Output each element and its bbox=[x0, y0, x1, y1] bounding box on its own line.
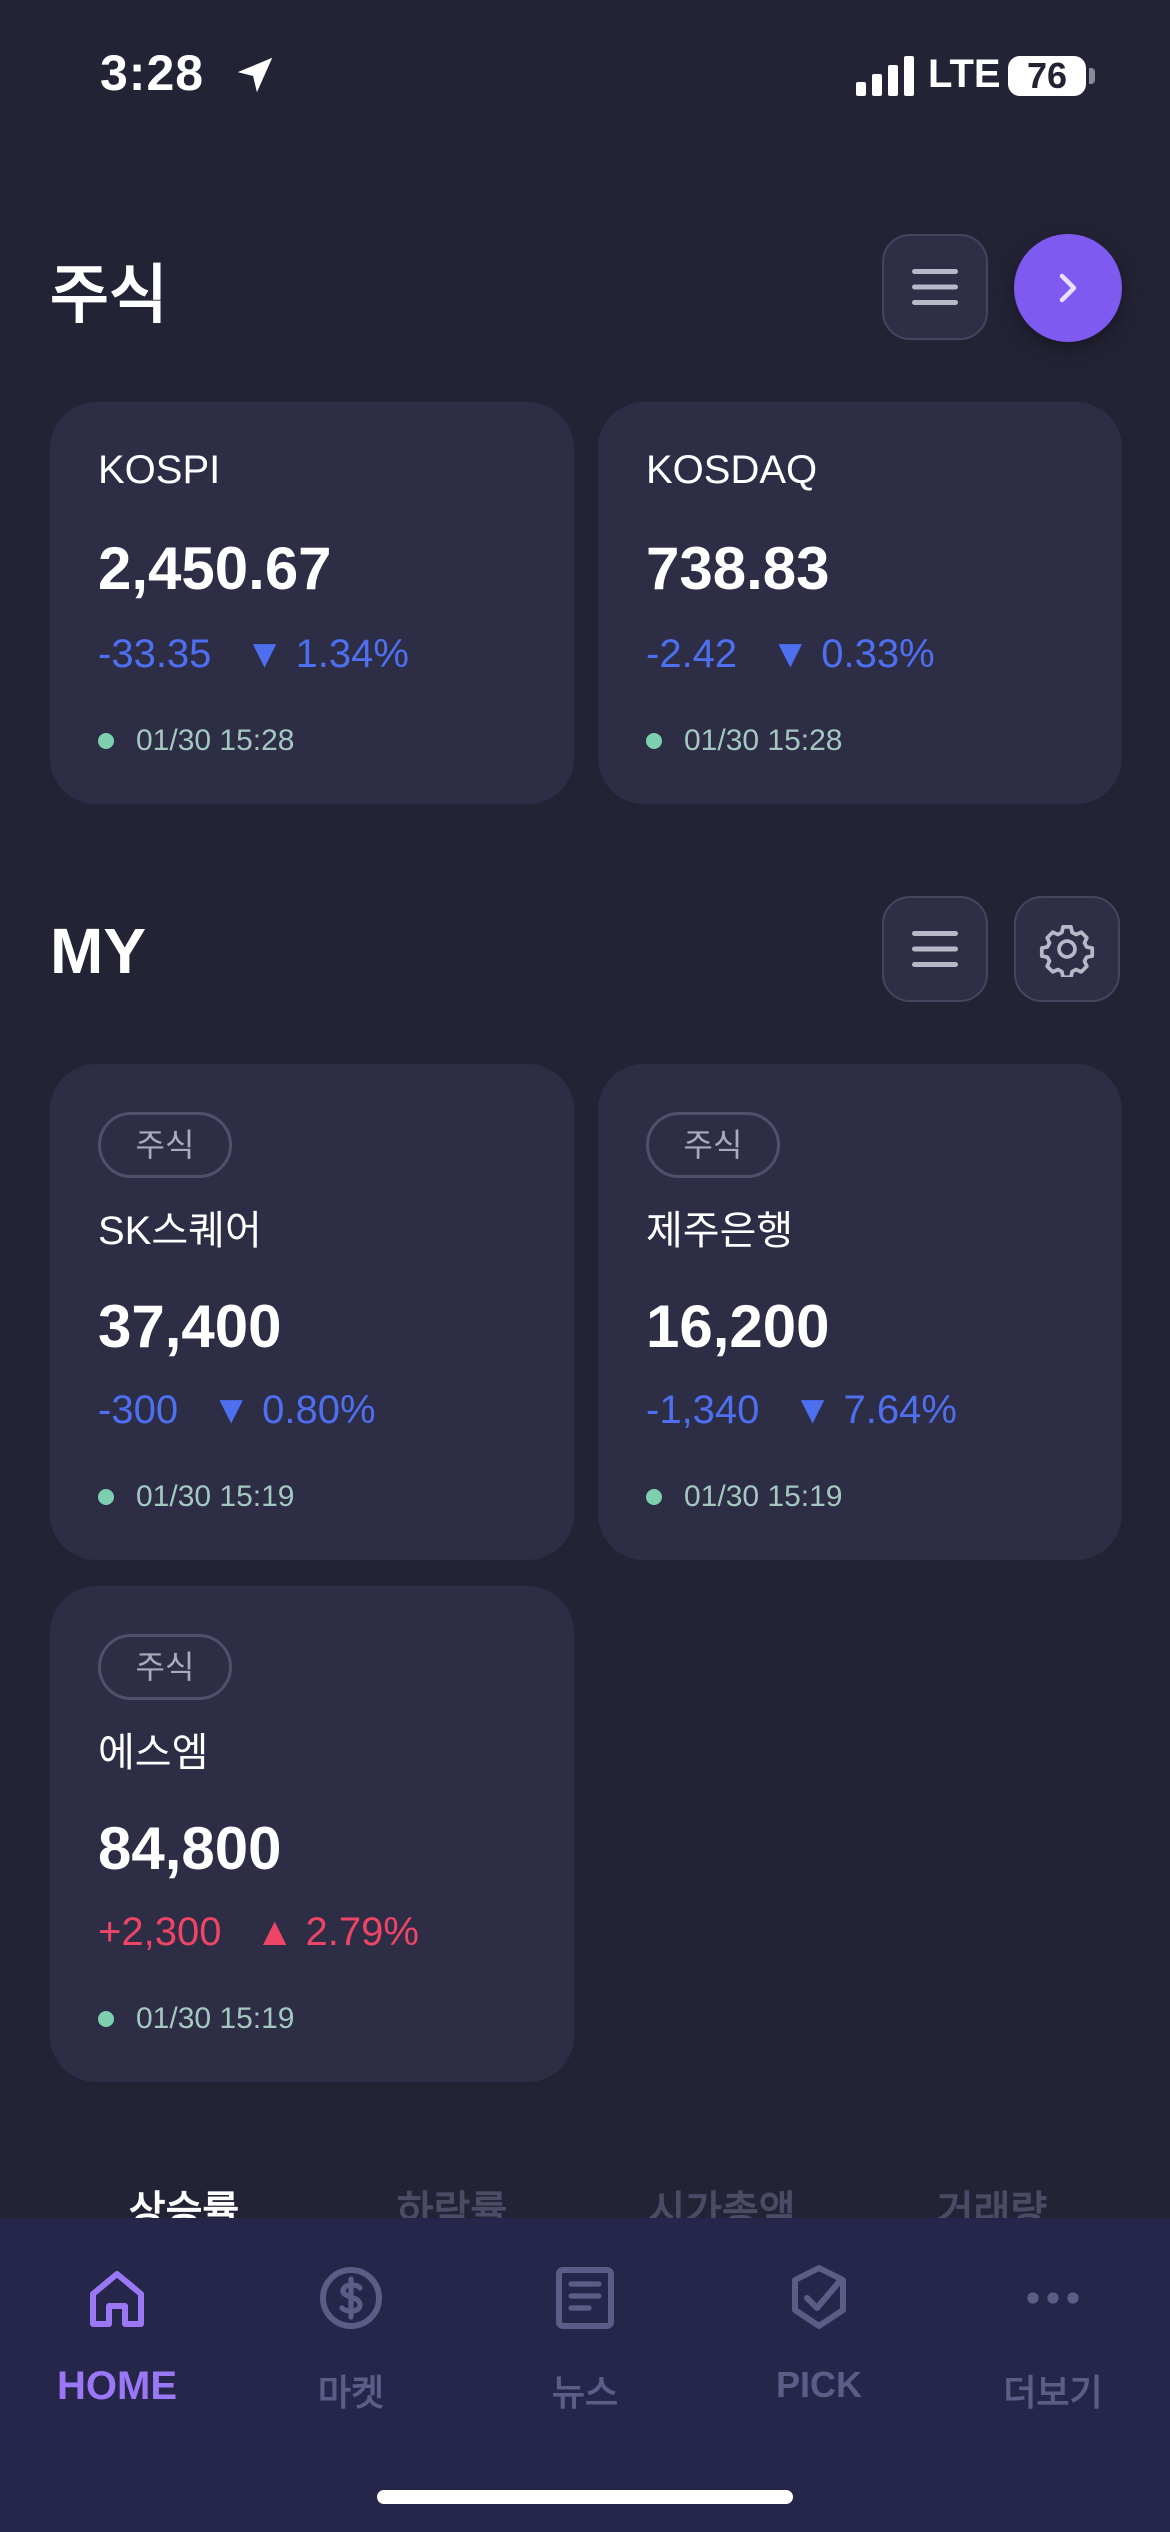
chevron-right-icon bbox=[1059, 273, 1077, 303]
stock-timestamp: 01/30 15:19 bbox=[98, 2002, 294, 2036]
index-change: -2.42 ▼ 0.33% bbox=[646, 632, 935, 677]
my-stock-card[interactable]: 주식 에스엠 84,800 +2,300 ▲ 2.79% 01/30 15:19 bbox=[50, 1586, 574, 2082]
network-type: LTE bbox=[928, 52, 1001, 96]
timestamp-text: 01/30 15:19 bbox=[136, 1480, 295, 1513]
change-value: -300 bbox=[98, 1388, 179, 1432]
live-dot bbox=[646, 1489, 662, 1505]
nav-more[interactable]: 더보기 bbox=[936, 2258, 1170, 2416]
timestamp-text: 01/30 15:28 bbox=[136, 724, 295, 757]
gear-icon bbox=[1039, 924, 1095, 977]
index-card-kospi[interactable]: KOSPI 2,450.67 -33.35 ▼ 1.34% 01/30 15:2… bbox=[50, 402, 574, 804]
my-list-button[interactable] bbox=[882, 896, 988, 1002]
timestamp-text: 01/30 15:28 bbox=[684, 724, 843, 757]
nav-label: PICK bbox=[775, 2364, 862, 2405]
change-value: +2,300 bbox=[98, 1910, 222, 1954]
battery-tip bbox=[1089, 68, 1095, 84]
index-change: -33.35 ▼ 1.34% bbox=[98, 632, 409, 677]
change-percent: ▼ 0.80% bbox=[211, 1388, 376, 1432]
timestamp-text: 01/30 15:19 bbox=[136, 2002, 295, 2035]
live-dot bbox=[98, 1489, 114, 1505]
live-dot bbox=[646, 733, 662, 749]
timestamp-text: 01/30 15:19 bbox=[684, 1480, 843, 1513]
stock-name: SK스퀘어 bbox=[98, 1209, 262, 1253]
bottom-nav: HOME 마켓 뉴스 PICK 더보기 bbox=[0, 2218, 1170, 2532]
change-value: -1,340 bbox=[646, 1388, 760, 1432]
stock-name: 제주은행 bbox=[646, 1209, 794, 1253]
nav-label: 마켓 bbox=[317, 2372, 385, 2413]
stock-timestamp: 01/30 15:19 bbox=[646, 1480, 842, 1514]
change-percent: ▼ 0.33% bbox=[770, 632, 935, 676]
change-percent: ▼ 1.34% bbox=[244, 632, 409, 676]
asset-type-tag: 주식 bbox=[98, 1634, 232, 1700]
stock-name: 에스엠 bbox=[98, 1731, 209, 1775]
my-settings-button[interactable] bbox=[1014, 896, 1120, 1002]
stocks-more-button[interactable] bbox=[1014, 234, 1122, 342]
stock-price: 16,200 bbox=[646, 1293, 830, 1360]
status-bar: 3:28 LTE 76 bbox=[0, 0, 1170, 150]
stock-price: 37,400 bbox=[98, 1293, 282, 1360]
index-timestamp: 01/30 15:28 bbox=[98, 724, 294, 758]
nav-news[interactable]: 뉴스 bbox=[468, 2258, 702, 2416]
asset-type-tag: 주식 bbox=[98, 1112, 232, 1178]
location-arrow-icon bbox=[237, 57, 273, 93]
nav-home[interactable]: HOME bbox=[0, 2258, 234, 2409]
my-stock-card[interactable]: 주식 SK스퀘어 37,400 -300 ▼ 0.80% 01/30 15:19 bbox=[50, 1064, 574, 1560]
stock-change: -1,340 ▼ 7.64% bbox=[646, 1388, 957, 1433]
more-icon bbox=[1027, 2292, 1079, 2304]
my-stock-card[interactable]: 주식 제주은행 16,200 -1,340 ▼ 7.64% 01/30 15:1… bbox=[598, 1064, 1122, 1560]
nav-label: 뉴스 bbox=[551, 2372, 619, 2413]
index-name: KOSDAQ bbox=[646, 448, 818, 492]
news-icon bbox=[556, 2267, 614, 2329]
check-badge-icon bbox=[792, 2265, 846, 2329]
index-card-kosdaq[interactable]: KOSDAQ 738.83 -2.42 ▼ 0.33% 01/30 15:28 bbox=[598, 402, 1122, 804]
signal-icon bbox=[856, 56, 914, 96]
my-section-title: MY bbox=[50, 915, 146, 987]
home-indicator bbox=[377, 2490, 793, 2504]
menu-icon bbox=[912, 931, 958, 967]
stock-price: 84,800 bbox=[98, 1815, 282, 1882]
stocks-section-title: 주식 bbox=[50, 259, 168, 331]
nav-pick[interactable]: PICK bbox=[702, 2258, 936, 2406]
nav-market[interactable]: 마켓 bbox=[234, 2258, 468, 2416]
index-price: 2,450.67 bbox=[98, 535, 332, 602]
home-icon bbox=[90, 2271, 144, 2327]
status-time: 3:28 bbox=[100, 45, 205, 101]
live-dot bbox=[98, 2011, 114, 2027]
change-percent: ▲ 2.79% bbox=[254, 1910, 419, 1954]
dollar-icon bbox=[320, 2267, 382, 2329]
stock-timestamp: 01/30 15:19 bbox=[98, 1480, 294, 1514]
live-dot bbox=[98, 733, 114, 749]
asset-type-tag: 주식 bbox=[646, 1112, 780, 1178]
change-value: -2.42 bbox=[646, 632, 738, 676]
stock-change: -300 ▼ 0.80% bbox=[98, 1388, 376, 1433]
stock-change: +2,300 ▲ 2.79% bbox=[98, 1910, 419, 1955]
nav-label: HOME bbox=[57, 2364, 177, 2408]
change-percent: ▼ 7.64% bbox=[792, 1388, 957, 1432]
index-timestamp: 01/30 15:28 bbox=[646, 724, 842, 758]
index-price: 738.83 bbox=[646, 535, 830, 602]
nav-label: 더보기 bbox=[1003, 2372, 1103, 2413]
stocks-list-button[interactable] bbox=[882, 234, 988, 340]
sort-tabs: 상승률 하락률 시가총액 거래량 bbox=[0, 2178, 1170, 2233]
change-value: -33.35 bbox=[98, 632, 212, 676]
index-name: KOSPI bbox=[98, 448, 221, 492]
menu-icon bbox=[912, 269, 958, 305]
battery-icon: 76 bbox=[1008, 56, 1086, 96]
